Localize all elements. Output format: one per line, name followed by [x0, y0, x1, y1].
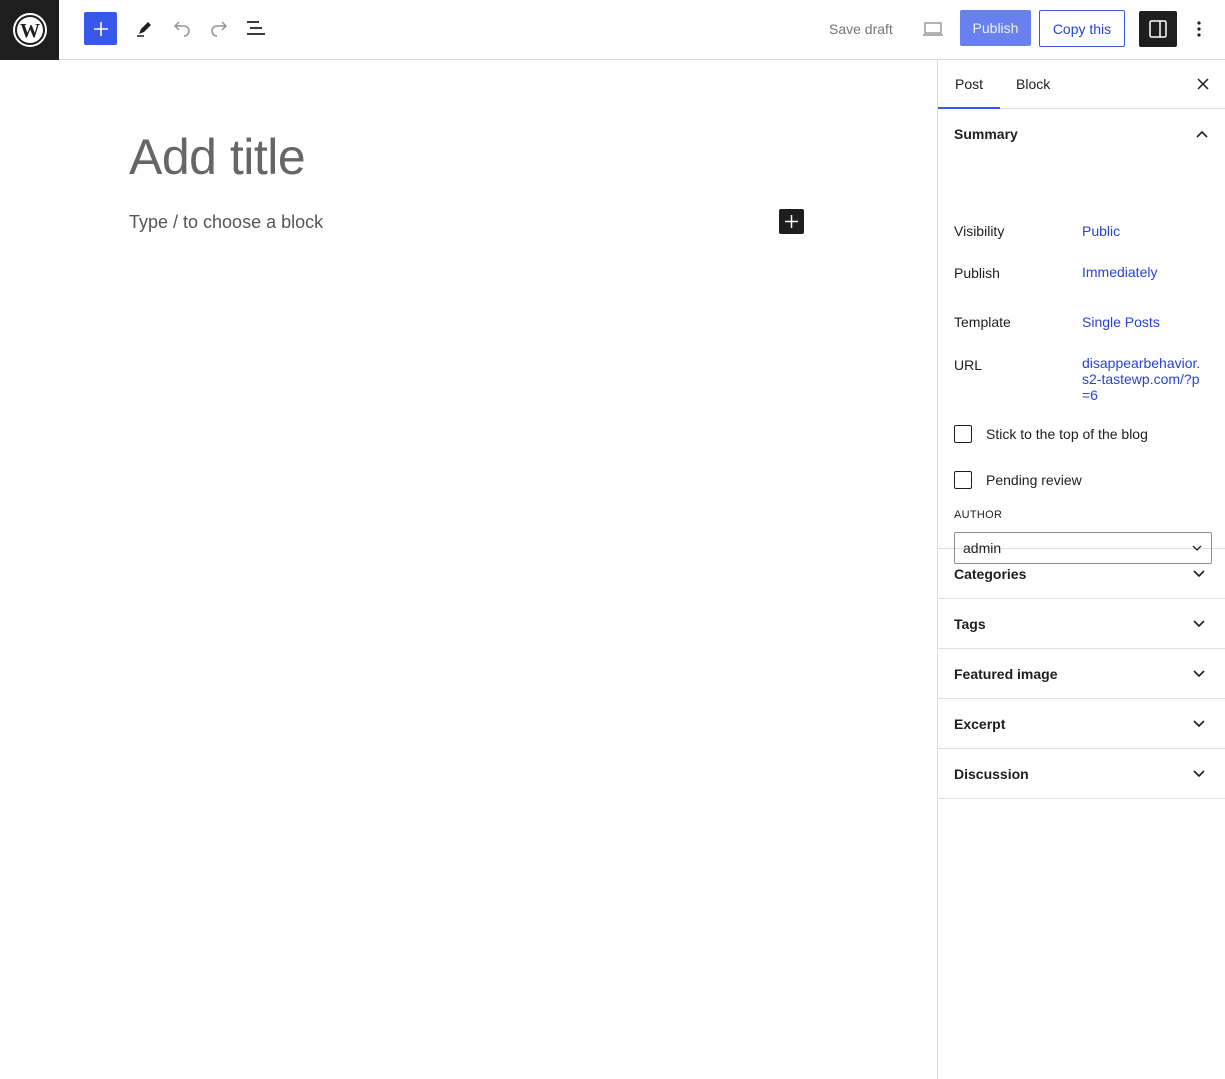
editor-header: W Save draft Publish Copy this: [0, 0, 1225, 60]
more-vertical-icon: [1197, 21, 1201, 37]
excerpt-panel-toggle[interactable]: Excerpt: [938, 699, 1225, 749]
block-inserter-button[interactable]: [779, 209, 804, 234]
svg-text:W: W: [20, 20, 40, 42]
chevron-up-icon: [1190, 122, 1214, 146]
template-button[interactable]: Single Posts: [1082, 314, 1160, 330]
url-label: URL: [954, 357, 983, 373]
tags-panel-toggle[interactable]: Tags: [938, 599, 1225, 649]
chevron-down-icon: [1187, 662, 1211, 686]
pencil-icon: [137, 22, 151, 37]
panel-title: Summary: [954, 126, 1018, 142]
block-appender[interactable]: Type / to choose a block: [129, 212, 323, 233]
sidebar-icon: [1149, 20, 1167, 38]
save-draft-button[interactable]: Save draft: [822, 14, 900, 44]
panel-title: Excerpt: [954, 715, 1006, 732]
sticky-option[interactable]: Stick to the top of the blog: [954, 425, 1148, 443]
url-button[interactable]: disappearbehavior.s2-tastewp.com/?p=6: [1082, 355, 1206, 403]
sticky-checkbox[interactable]: [954, 425, 972, 443]
publish-date-button[interactable]: Immediately: [1082, 264, 1157, 280]
discussion-panel-toggle[interactable]: Discussion: [938, 749, 1225, 799]
tab-block[interactable]: Block: [1016, 60, 1050, 108]
pending-checkbox[interactable]: [954, 471, 972, 489]
chevron-down-icon: [1187, 712, 1211, 736]
preview-button[interactable]: [918, 14, 948, 44]
panel-title: Tags: [954, 615, 986, 632]
panel-title: Discussion: [954, 765, 1029, 782]
pending-label: Pending review: [986, 472, 1082, 488]
options-menu-button[interactable]: [1188, 14, 1210, 44]
summary-panel: Summary Visibility Public Publish Immedi…: [938, 109, 1225, 564]
categories-panel-toggle[interactable]: Categories: [938, 549, 1225, 599]
pending-option[interactable]: Pending review: [954, 471, 1082, 489]
settings-toggle-button[interactable]: [1139, 11, 1177, 47]
chevron-down-icon: [1187, 612, 1211, 636]
close-settings-button[interactable]: [1191, 72, 1215, 96]
list-view-icon: [247, 21, 265, 35]
featured-image-panel-toggle[interactable]: Featured image: [938, 649, 1225, 699]
wordpress-logo-icon[interactable]: W: [0, 0, 59, 60]
chevron-down-icon: [1187, 562, 1211, 586]
sidebar-tabs: Post Block: [938, 60, 1225, 109]
settings-sidebar: Post Block Summary Visibility Public Pub…: [937, 60, 1225, 1079]
plus-icon: [785, 215, 798, 228]
add-block-button[interactable]: [84, 12, 117, 45]
close-icon: [1197, 78, 1209, 90]
redo-icon: [211, 21, 228, 37]
document-overview-button[interactable]: [242, 14, 270, 42]
publish-label: Publish: [954, 265, 1000, 281]
visibility-label: Visibility: [954, 223, 1005, 239]
visibility-value-button[interactable]: Public: [1082, 223, 1120, 239]
panel-title: Featured image: [954, 665, 1058, 682]
sticky-label: Stick to the top of the blog: [986, 426, 1148, 442]
redo-button[interactable]: [205, 14, 233, 42]
author-label: AUTHOR: [954, 509, 1003, 521]
summary-panel-toggle[interactable]: Summary: [954, 109, 1214, 159]
tools-button[interactable]: [131, 14, 159, 42]
panel-title: Categories: [954, 565, 1027, 582]
chevron-down-icon: [1187, 762, 1211, 786]
copy-this-button[interactable]: Copy this: [1039, 10, 1125, 47]
undo-button[interactable]: [168, 14, 196, 42]
post-title-input[interactable]: Add title: [129, 128, 306, 186]
tab-post[interactable]: Post: [938, 60, 1000, 109]
plus-icon: [93, 21, 108, 36]
desktop-icon: [923, 22, 943, 36]
publish-button[interactable]: Publish: [960, 10, 1031, 46]
template-label: Template: [954, 314, 1011, 330]
undo-icon: [173, 21, 190, 37]
editor-canvas: Add title Type / to choose a block: [0, 60, 937, 1079]
